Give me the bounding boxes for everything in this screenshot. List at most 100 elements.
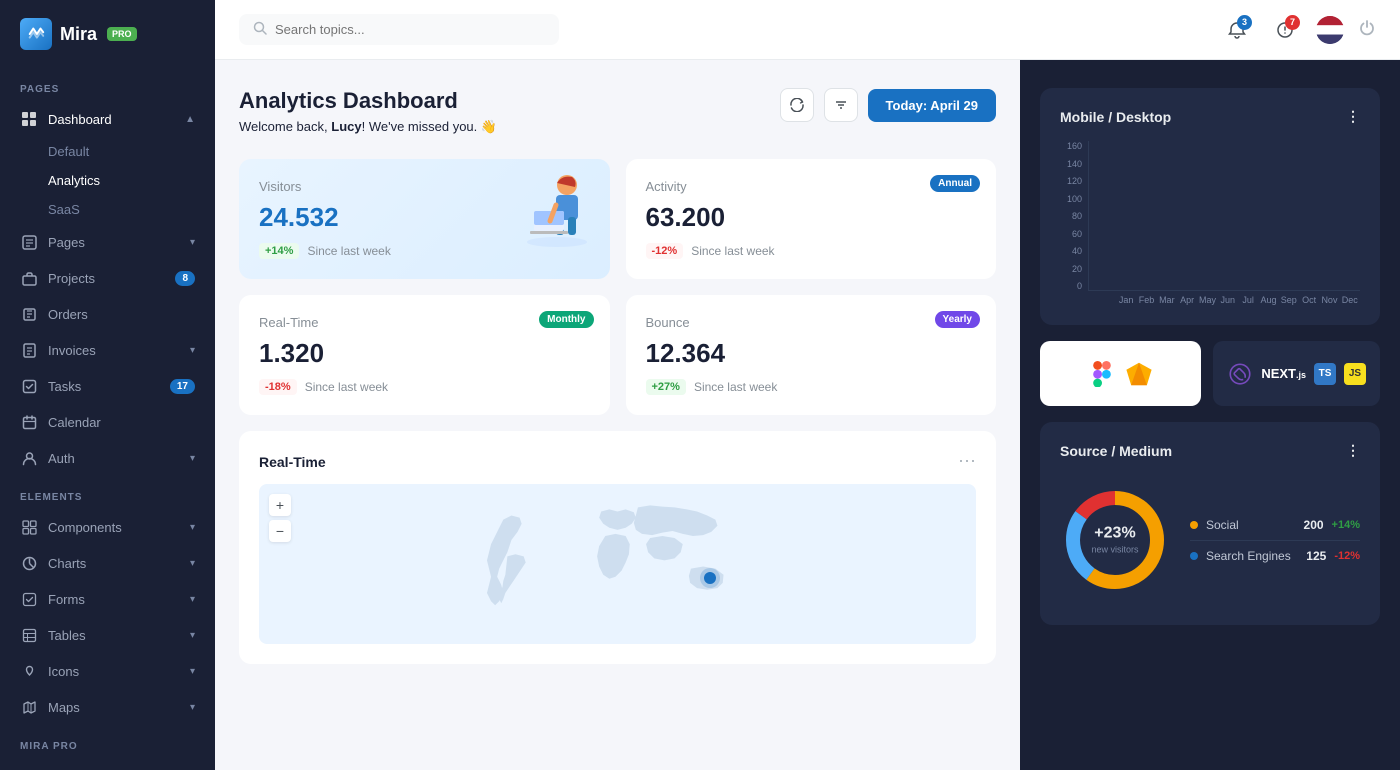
search-value: 125 [1306,549,1326,563]
x-jun: Jun [1218,295,1238,305]
search-change: -12% [1334,550,1360,562]
sidebar-sub-default[interactable]: Default [48,137,215,166]
search-icon [253,21,267,38]
date-button[interactable]: Today: April 29 [868,89,996,122]
projects-icon [20,269,38,287]
sidebar-item-calendar[interactable]: Calendar [0,404,215,440]
pro-badge: PRO [107,27,137,41]
x-apr: Apr [1177,295,1197,305]
map-title-row: Real-Time ⋯ [259,451,976,472]
chevron-icons-icon: ▾ [190,666,195,677]
donut-label: +23% new visitors [1091,525,1138,556]
stats-grid: Visitors 24.532 +14% Since last week [239,159,996,415]
sidebar-invoices-label: Invoices [48,343,180,358]
sidebar-charts-label: Charts [48,556,180,571]
activity-change: -12% [646,243,684,259]
language-flag[interactable] [1316,16,1344,44]
sidebar-item-icons[interactable]: Icons ▾ [0,653,215,689]
sidebar-calendar-label: Calendar [48,415,195,430]
donut-chart: +23% new visitors [1060,485,1170,595]
sidebar-item-invoices[interactable]: Invoices ▾ [0,332,215,368]
header-actions: Today: April 29 [780,88,996,122]
y-axis: 0 20 40 60 80 100 120 140 160 [1060,141,1082,291]
chevron-pages-icon: ▾ [190,237,195,248]
sidebar-item-tasks[interactable]: Tasks 17 [0,368,215,404]
sidebar-tables-label: Tables [48,628,180,643]
tables-icon [20,626,38,644]
y-label-160: 160 [1060,141,1082,151]
activity-card: Annual Activity 63.200 -12% Since last w… [626,159,997,279]
pages-icon [20,233,38,251]
subtitle-post: ! We've missed you. 👋 [362,119,497,134]
power-button[interactable] [1358,18,1376,41]
sidebar-item-auth[interactable]: Auth ▾ [0,440,215,476]
mobile-desktop-chart-area: 0 20 40 60 80 100 120 140 160 [1060,141,1360,305]
mira-pro-label: MIRA PRO [0,725,215,758]
map-title: Real-Time [259,454,326,470]
x-jul: Jul [1238,295,1258,305]
visitors-card: Visitors 24.532 +14% Since last week [239,159,610,279]
realtime-value: 1.320 [259,338,590,369]
sidebar-item-pages[interactable]: Pages ▾ [0,224,215,260]
visitors-change: +14% [259,243,299,259]
world-map-svg [259,487,976,642]
bounce-value: 12.364 [646,338,977,369]
y-label-120: 120 [1060,176,1082,186]
refresh-button[interactable] [780,88,814,122]
dashboard-icon [20,110,38,128]
sidebar-item-charts[interactable]: Charts ▾ [0,545,215,581]
source-medium-more[interactable]: ⋮ [1346,442,1360,459]
page-body: Analytics Dashboard Welcome back, Lucy! … [215,60,1400,770]
source-medium-title: Source / Medium ⋮ [1060,442,1360,459]
donut-sub: new visitors [1091,545,1138,556]
sidebar-item-maps[interactable]: Maps ▾ [0,689,215,725]
chevron-invoices-icon: ▾ [190,345,195,356]
source-medium-label: Source / Medium [1060,443,1172,459]
bell-btn[interactable]: 7 [1268,13,1302,47]
page-subtitle: Welcome back, Lucy! We've missed you. 👋 [239,119,497,135]
chevron-auth-icon: ▾ [190,453,195,464]
projects-badge: 8 [175,271,195,286]
source-dot-search [1190,552,1198,560]
page-title: Analytics Dashboard [239,88,497,114]
orders-icon [20,305,38,323]
mobile-desktop-title: Mobile / Desktop ⋮ [1060,108,1360,125]
x-dec: Dec [1340,295,1360,305]
topbar-right: 3 7 [1220,13,1376,47]
sidebar-tasks-label: Tasks [48,379,160,394]
source-name-social: Social [1190,518,1239,532]
logo-area: Mira PRO [0,0,215,68]
map-location-dot [704,572,716,584]
sidebar-item-tables[interactable]: Tables ▾ [0,617,215,653]
page-header: Analytics Dashboard Welcome back, Lucy! … [239,88,996,135]
mobile-desktop-more[interactable]: ⋮ [1346,108,1360,125]
sidebar-sub-saas[interactable]: SaaS [48,195,215,224]
charts-icon [20,554,38,572]
sidebar-item-components[interactable]: Components ▾ [0,509,215,545]
search-input[interactable] [275,22,545,37]
source-medium-card: Source / Medium ⋮ [1040,422,1380,625]
sidebar-item-orders[interactable]: Orders [0,296,215,332]
chevron-maps-icon: ▾ [190,702,195,713]
y-label-140: 140 [1060,159,1082,169]
left-panel: Analytics Dashboard Welcome back, Lucy! … [215,60,1020,770]
sidebar-item-forms[interactable]: Forms ▾ [0,581,215,617]
notifications-btn[interactable]: 3 [1220,13,1254,47]
sidebar-item-dashboard[interactable]: Dashboard ▲ [0,101,215,137]
source-rows: Social 200 +14% Search Engines [1190,510,1360,571]
main-content: 3 7 Analytics Dashboard Welcome back, Lu… [215,0,1400,770]
sidebar-sub-analytics[interactable]: Analytics [48,166,215,195]
pages-section-label: PAGES [0,68,215,101]
source-row-search: Search Engines 125 -12% [1190,541,1360,571]
social-change: +14% [1332,519,1360,531]
redux-next-card: NEXT.js TS JS [1213,341,1380,406]
bounce-change: +27% [646,379,686,395]
search-wrapper[interactable] [239,14,559,45]
right-panel: Mobile / Desktop ⋮ 0 20 40 60 80 100 120… [1020,60,1400,770]
filter-button[interactable] [824,88,858,122]
x-may: May [1197,295,1217,305]
map-more-btn[interactable]: ⋯ [958,451,976,472]
source-dot-social [1190,521,1198,529]
sidebar-item-projects[interactable]: Projects 8 [0,260,215,296]
donut-percent: +23% [1091,525,1138,543]
